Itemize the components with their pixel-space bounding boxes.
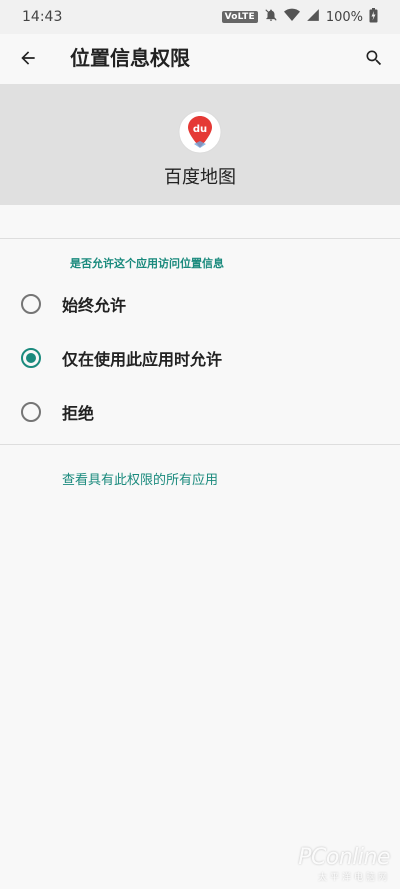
status-time: 14:43: [22, 9, 63, 25]
app-bar: 位置信息权限: [0, 34, 400, 82]
divider: [0, 444, 400, 445]
radio-button-selected[interactable]: [21, 348, 41, 368]
option-allow-while-using[interactable]: 仅在使用此应用时允许: [0, 333, 400, 383]
option-label: 始终允许: [62, 296, 127, 315]
battery-charging-icon: [369, 7, 378, 27]
radio-button[interactable]: [21, 402, 41, 422]
option-label: 仅在使用此应用时允许: [62, 350, 223, 369]
app-name: 百度地图: [164, 167, 236, 188]
radio-button[interactable]: [21, 294, 41, 314]
see-all-apps-link[interactable]: 查看具有此权限的所有应用: [62, 469, 218, 488]
search-button[interactable]: [360, 44, 388, 72]
arrow-left-icon: [21, 51, 35, 65]
baidu-maps-logo: du: [178, 110, 222, 154]
watermark: PConline 太平洋电脑网: [298, 845, 390, 883]
option-deny[interactable]: 拒绝: [0, 387, 400, 437]
signal-icon: [306, 8, 320, 26]
back-button[interactable]: [14, 44, 42, 72]
status-bar: 14:43 VoLTE 100%: [0, 0, 400, 34]
option-label: 拒绝: [62, 404, 95, 423]
logo-text: du: [193, 124, 207, 135]
watermark-sub: 太平洋电脑网: [317, 873, 390, 883]
wifi-icon: [283, 8, 300, 26]
status-icons: VoLTE 100%: [221, 7, 378, 27]
volte-badge: VoLTE: [221, 11, 258, 23]
watermark-brand: PConline: [298, 845, 390, 870]
battery-percent: 100%: [325, 9, 363, 25]
page-title: 位置信息权限: [70, 46, 190, 70]
permission-question: 是否允许这个应用访问位置信息: [70, 257, 224, 270]
divider: [0, 238, 400, 239]
app-header: du 百度地图: [0, 84, 400, 205]
option-always-allow[interactable]: 始终允许: [0, 279, 400, 329]
search-icon: [366, 50, 382, 66]
mute-icon: [264, 8, 278, 26]
